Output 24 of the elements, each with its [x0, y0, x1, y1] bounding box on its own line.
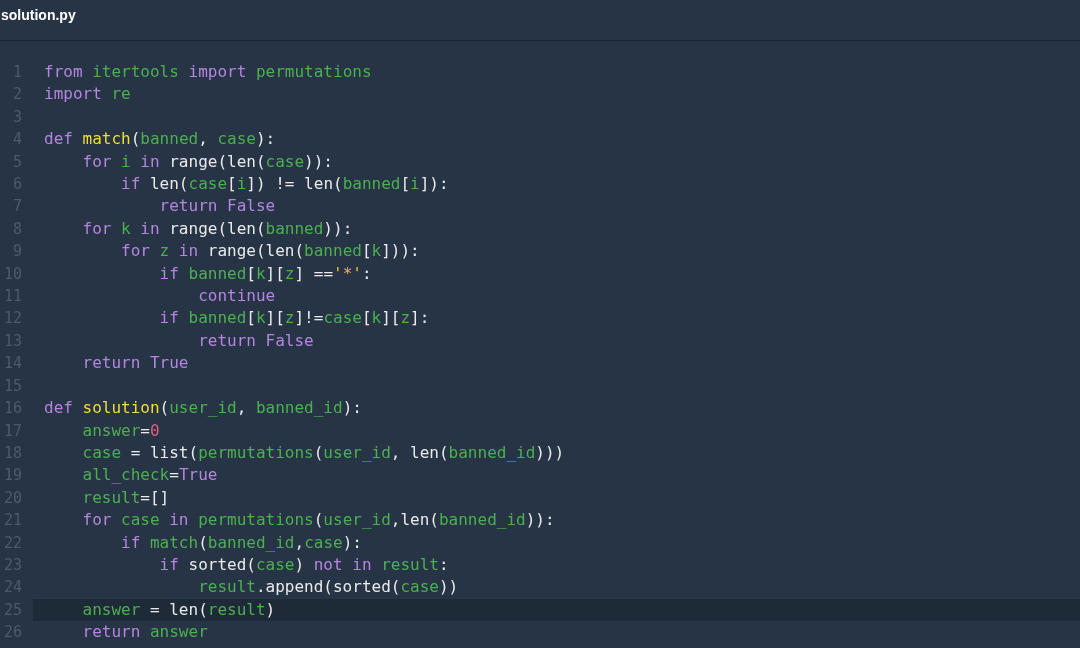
- code-line: return answer: [81, 621, 209, 644]
- code-line: if len(case[i]) != len(banned[i]):: [120, 173, 450, 196]
- code-line: answer=0: [81, 419, 161, 442]
- code-line: def match(banned, case):: [43, 128, 277, 151]
- code-line: return False: [158, 195, 277, 218]
- code-line: continue: [197, 285, 277, 308]
- code-line: if sorted(case) not in result:: [158, 553, 450, 576]
- code-line: if banned[k][z]!=case[k][z]:: [158, 307, 431, 330]
- code-line: for k in range(len(banned)):: [81, 217, 354, 240]
- code-line: import re: [43, 83, 132, 106]
- code-line: for i in range(len(case)):: [81, 150, 334, 173]
- code-line: for z in range(len(banned[k])):: [120, 240, 421, 263]
- code-line: for case in permutations(user_id,len(banned_id)):: [81, 509, 556, 532]
- code-line: return True: [81, 352, 190, 375]
- code-line: result=[]: [81, 486, 171, 509]
- code-line: from itertools import permutations: [43, 61, 373, 83]
- code-line: if banned[k][z] =='*':: [158, 262, 373, 285]
- code-line: all_check=True: [81, 464, 219, 487]
- code-line: return False: [197, 329, 315, 352]
- file-title: solution.py: [1, 7, 76, 23]
- code-line: def solution(user_id, banned_id):: [43, 397, 363, 420]
- code-line: if match(banned_id,case):: [120, 531, 363, 554]
- code-line: result.append(sorted(case)): [197, 576, 460, 599]
- code-line: case = list(permutations(user_id, len(banned_id))): [81, 441, 566, 464]
